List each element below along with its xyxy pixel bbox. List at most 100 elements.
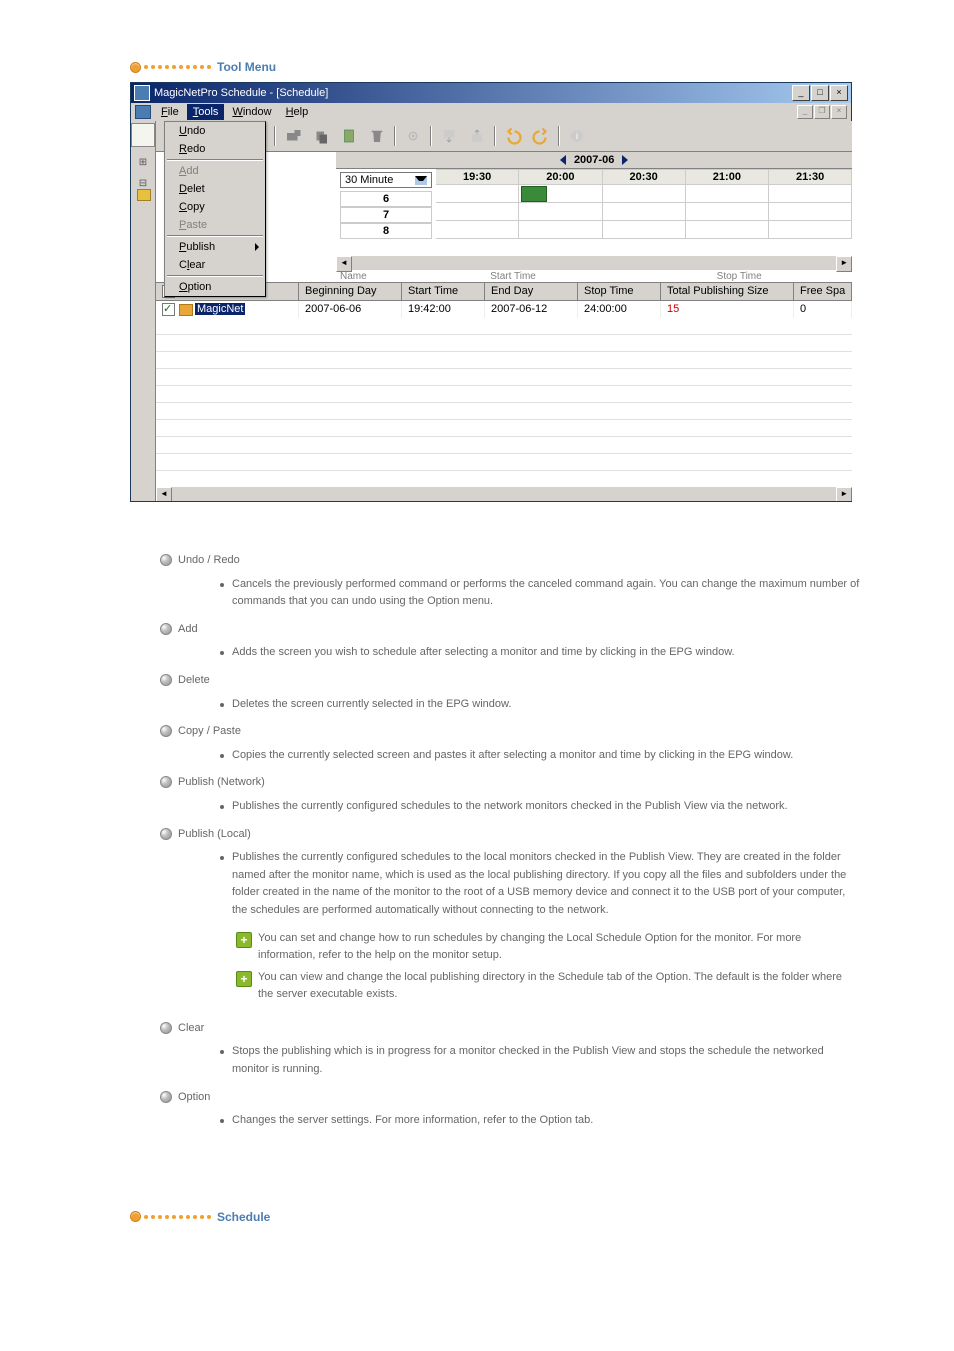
toolbar-add-icon[interactable] — [280, 124, 306, 148]
epg-cell[interactable] — [436, 221, 519, 239]
menu-redo[interactable]: Redo — [165, 140, 265, 158]
menu-tools[interactable]: Tools — [187, 104, 225, 120]
toolbar-trash-icon[interactable] — [364, 124, 390, 148]
left-sidebar: ⊞ ⊟ — [131, 121, 156, 501]
epg-cell[interactable] — [769, 221, 852, 239]
heading-publocal: Publish (Local) — [178, 828, 251, 840]
app-icon — [134, 85, 150, 101]
scroll-left-icon[interactable]: ◄ — [336, 256, 352, 272]
minimize-button[interactable]: _ — [792, 85, 810, 101]
scroll-right-icon[interactable]: ► — [836, 487, 852, 501]
section-header-schedule: Schedule — [130, 1210, 954, 1224]
col-begin[interactable]: Beginning Day — [299, 283, 402, 300]
text-undo: Cancels the previously performed command… — [220, 576, 860, 611]
epg-scrollbar[interactable]: ◄ ► — [336, 256, 852, 270]
row-stop: 24:00:00 — [578, 301, 661, 318]
row-end: 2007-06-12 — [485, 301, 578, 318]
checkbox-icon[interactable] — [162, 303, 175, 316]
note-publocal-1: +You can set and change how to run sched… — [236, 930, 860, 965]
scroll-right-icon[interactable]: ► — [836, 256, 852, 272]
list-scrollbar[interactable]: ◄ ► — [156, 487, 852, 501]
bullet-icon — [160, 1091, 172, 1103]
toolbar-net-down-icon[interactable] — [436, 124, 462, 148]
row-free: 0 — [794, 301, 852, 318]
epg-time-h5: 21:30 — [769, 169, 852, 185]
header-dots-icon — [130, 62, 211, 73]
tree-node-child[interactable]: ⊟ — [131, 178, 155, 201]
epg-cell[interactable] — [769, 203, 852, 221]
mdi-icon[interactable] — [135, 105, 151, 119]
dropdown-arrow-icon — [415, 176, 427, 185]
epg-prev-icon[interactable] — [560, 155, 566, 165]
menu-help[interactable]: Help — [280, 104, 315, 120]
text-delete: Deletes the screen currently selected in… — [220, 696, 860, 714]
col-size[interactable]: Total Publishing Size — [661, 283, 794, 300]
maximize-button[interactable]: □ — [811, 85, 829, 101]
table-row[interactable]: MagicNet 2007-06-06 19:42:00 2007-06-12 … — [156, 301, 852, 318]
heading-copy: Copy / Paste — [178, 725, 241, 737]
epg-cell[interactable] — [686, 203, 769, 221]
bullet-icon — [160, 828, 172, 840]
row-monitor: MagicNet — [195, 303, 245, 315]
epg-cell[interactable] — [603, 185, 686, 203]
heading-option: Option — [178, 1091, 210, 1103]
epg-next-icon[interactable] — [622, 155, 628, 165]
text-add: Adds the screen you wish to schedule aft… — [220, 644, 860, 662]
epg-row-7[interactable]: 7 — [340, 207, 432, 223]
epg-cell[interactable] — [769, 185, 852, 203]
toolbar-gear-icon[interactable] — [400, 124, 426, 148]
toolbar-net-up-icon[interactable] — [464, 124, 490, 148]
toolbar-info-icon[interactable]: i — [564, 124, 590, 148]
sidebar-icon-1[interactable] — [131, 123, 155, 147]
epg-cell[interactable] — [686, 185, 769, 203]
mdi-minimize-button[interactable]: _ — [797, 105, 813, 119]
epg-cell[interactable] — [603, 203, 686, 221]
epg-cell[interactable] — [519, 203, 602, 221]
menu-undo[interactable]: Undo — [165, 122, 265, 140]
epg-cell[interactable] — [686, 221, 769, 239]
bullet-icon — [160, 674, 172, 686]
doc-content: Undo / Redo Cancels the previously perfo… — [160, 552, 860, 1130]
epg-cell[interactable] — [519, 185, 602, 203]
epg-time-h2: 20:00 — [519, 169, 602, 185]
toolbar-redo-icon[interactable] — [528, 124, 554, 148]
text-clear: Stops the publishing which is in progres… — [220, 1043, 860, 1078]
epg-cell[interactable] — [519, 221, 602, 239]
monitor-icon — [179, 304, 193, 316]
menubar: File Tools Window Help _ ❐ × — [131, 103, 851, 121]
menu-publish[interactable]: Publish — [165, 238, 265, 256]
col-free[interactable]: Free Spa — [794, 283, 852, 300]
mdi-close-button[interactable]: × — [831, 105, 847, 119]
scroll-left-icon[interactable]: ◄ — [156, 487, 172, 501]
list-area: Monitor Beginning Day Start Time End Day… — [156, 283, 852, 501]
mdi-restore-button[interactable]: ❐ — [814, 105, 830, 119]
window-title: MagicNetPro Schedule - [Schedule] — [154, 87, 328, 99]
toolbar-undo-icon[interactable] — [500, 124, 526, 148]
menu-file[interactable]: File — [155, 104, 185, 120]
toolbar-paste-icon[interactable] — [336, 124, 362, 148]
menu-copy[interactable]: Copy — [165, 198, 265, 216]
col-start[interactable]: Start Time — [402, 283, 485, 300]
close-button[interactable]: × — [830, 85, 848, 101]
menu-delete[interactable]: Delet — [165, 180, 265, 198]
menu-paste[interactable]: Paste — [165, 216, 265, 234]
epg-cell[interactable] — [603, 221, 686, 239]
epg-cell[interactable] — [436, 203, 519, 221]
epg-cell[interactable] — [436, 185, 519, 203]
col-end[interactable]: End Day — [485, 283, 578, 300]
menu-window[interactable]: Window — [226, 104, 277, 120]
epg-row-8[interactable]: 8 — [340, 223, 432, 239]
menu-add[interactable]: Add — [165, 162, 265, 180]
tree-node-root[interactable]: ⊞ — [139, 157, 147, 168]
section-header-tool-menu: Tool Menu — [130, 60, 954, 74]
heading-delete: Delete — [178, 674, 210, 686]
menu-clear[interactable]: Clear — [165, 256, 265, 274]
epg-row-6[interactable]: 6 — [340, 191, 432, 207]
menu-option[interactable]: Option — [165, 278, 265, 296]
epg-time-h4: 21:00 — [686, 169, 769, 185]
titlebar[interactable]: MagicNetPro Schedule - [Schedule] _ □ × — [131, 83, 851, 103]
epg-clip[interactable] — [521, 186, 547, 202]
col-stop[interactable]: Stop Time — [578, 283, 661, 300]
toolbar-copy-icon[interactable] — [308, 124, 334, 148]
epg-interval-dropdown[interactable]: 30 Minute — [340, 172, 432, 188]
